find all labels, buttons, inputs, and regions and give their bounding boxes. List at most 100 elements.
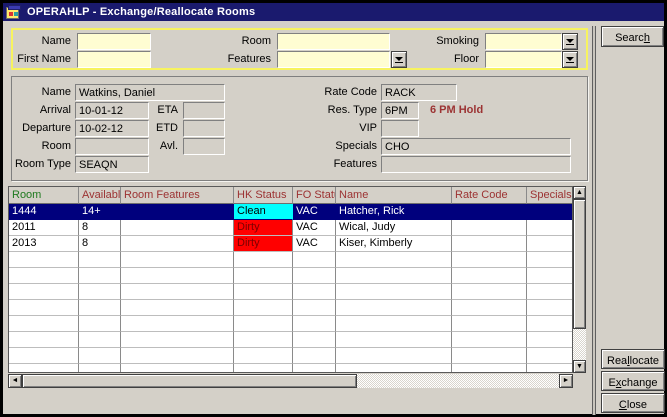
res-type-note: 6 PM Hold <box>430 102 483 119</box>
column-header-specials[interactable]: Specials <box>527 187 572 204</box>
cell-empty <box>452 332 527 348</box>
room-type-field: SEAQN <box>75 156 149 173</box>
detail-name-field: Watkins, Daniel <box>75 84 225 101</box>
exchange-label-pre: E <box>609 377 616 389</box>
column-header-room-features[interactable]: Room Features <box>121 187 234 204</box>
cell-empty <box>336 300 452 316</box>
cell-empty <box>527 348 572 364</box>
cell-empty <box>79 252 121 268</box>
reallocate-button[interactable]: Reallocate <box>601 349 665 369</box>
cell-room-features <box>121 220 234 236</box>
name-label: Name <box>13 33 71 50</box>
column-header-room[interactable]: Room <box>9 187 79 204</box>
avl-label: Avl. <box>142 138 178 155</box>
exchange-button[interactable]: Exchange <box>601 371 665 391</box>
cell-empty <box>527 284 572 300</box>
cell-empty <box>79 364 121 373</box>
cell-empty <box>293 364 336 373</box>
cell-empty <box>293 332 336 348</box>
cell-empty <box>293 300 336 316</box>
cell-empty <box>452 364 527 373</box>
first-name-input[interactable] <box>77 51 151 68</box>
scroll-down-button[interactable]: ▼ <box>573 360 586 373</box>
cell-empty <box>9 268 79 284</box>
close-button[interactable]: Close <box>601 393 665 413</box>
horizontal-scroll-thumb[interactable] <box>22 374 357 388</box>
cell-empty <box>452 284 527 300</box>
reservation-detail-panel: Name Watkins, Daniel Rate Code RACK Arri… <box>11 76 588 181</box>
features-input[interactable] <box>277 51 390 68</box>
cell-empty <box>234 332 293 348</box>
cell-empty <box>9 364 79 373</box>
cell-empty <box>293 252 336 268</box>
name-input[interactable] <box>77 33 151 50</box>
res-type-label: Res. Type <box>297 102 377 119</box>
specials-label: Specials <box>297 138 377 155</box>
cell-rate-code <box>452 204 527 220</box>
cell-empty <box>121 332 234 348</box>
cell-empty <box>9 300 79 316</box>
vertical-scroll-thumb[interactable] <box>573 199 586 329</box>
table-row[interactable]: 2011 8 Dirty VAC Wical, Judy <box>9 220 572 236</box>
cell-hk-status: Dirty <box>234 220 293 236</box>
detail-features-field <box>381 156 571 173</box>
cell-empty <box>293 268 336 284</box>
cell-empty <box>79 284 121 300</box>
cell-empty <box>527 364 572 373</box>
cell-empty <box>234 348 293 364</box>
column-header-rate-code[interactable]: Rate Code <box>452 187 527 204</box>
chevron-underline <box>566 62 574 63</box>
detail-name-label: Name <box>13 84 71 101</box>
search-button[interactable]: Search <box>601 26 664 47</box>
floor-input[interactable] <box>485 51 562 68</box>
scroll-left-button[interactable]: ◄ <box>8 374 22 388</box>
cell-name: Hatcher, Rick <box>336 204 452 220</box>
cell-specials <box>527 204 572 220</box>
cell-empty <box>79 316 121 332</box>
cell-available: 8 <box>79 220 121 236</box>
cell-empty <box>527 252 572 268</box>
app-window: OPERAHLP - Exchange/Reallocate Rooms Nam… <box>0 0 667 417</box>
cell-available: 8 <box>79 236 121 252</box>
cell-empty <box>336 332 452 348</box>
rooms-table: Room Available Room Features HK Status F… <box>8 186 573 373</box>
column-header-available[interactable]: Available <box>79 187 121 204</box>
smoking-lov-button[interactable] <box>562 33 578 50</box>
first-name-label: First Name <box>13 51 71 68</box>
departure-label: Departure <box>13 120 71 137</box>
arrival-field: 10-01-12 <box>75 102 149 119</box>
scroll-up-button[interactable]: ▲ <box>573 186 586 199</box>
column-header-fo-status[interactable]: FO Status <box>293 187 336 204</box>
room-input[interactable] <box>277 33 390 50</box>
chevron-down-icon <box>566 57 574 61</box>
cell-empty <box>9 316 79 332</box>
window-title: OPERAHLP - Exchange/Reallocate Rooms <box>27 6 255 18</box>
smoking-input[interactable] <box>485 33 562 50</box>
scroll-right-button[interactable]: ► <box>559 374 573 388</box>
table-row[interactable]: 2013 8 Dirty VAC Kiser, Kimberly <box>9 236 572 252</box>
cell-specials <box>527 236 572 252</box>
cell-hk-status: Dirty <box>234 236 293 252</box>
column-header-hk-status[interactable]: HK Status <box>234 187 293 204</box>
cell-empty <box>452 316 527 332</box>
cell-empty <box>234 284 293 300</box>
cell-empty <box>79 332 121 348</box>
table-row[interactable]: 1444 14+ Clean VAC Hatcher, Rick <box>9 204 572 220</box>
avl-field <box>183 138 225 155</box>
rate-code-label: Rate Code <box>297 84 377 101</box>
room-label: Room <box>173 33 271 50</box>
arrow-left-icon: ◄ <box>12 377 19 384</box>
detail-room-label: Room <box>13 138 71 155</box>
floor-label: Floor <box>393 51 479 68</box>
column-header-name[interactable]: Name <box>336 187 452 204</box>
search-button-mnemonic: h <box>644 32 650 44</box>
cell-empty <box>234 252 293 268</box>
cell-empty <box>452 268 527 284</box>
cell-empty <box>234 316 293 332</box>
cell-empty <box>121 364 234 373</box>
floor-lov-button[interactable] <box>562 51 578 68</box>
cell-empty <box>9 284 79 300</box>
app-icon <box>6 5 21 20</box>
title-bar[interactable]: OPERAHLP - Exchange/Reallocate Rooms <box>3 3 664 21</box>
chevron-underline <box>566 44 574 45</box>
